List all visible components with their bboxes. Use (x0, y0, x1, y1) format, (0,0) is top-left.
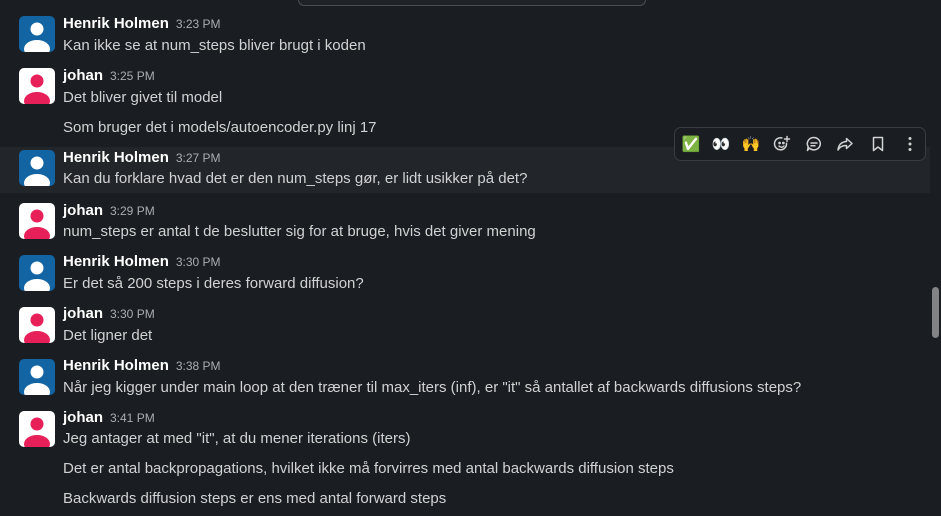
message-text: Jeg antager at med "it", at du mener ite… (63, 430, 411, 447)
avatar[interactable] (19, 359, 55, 395)
save-for-later-icon (872, 136, 884, 152)
avatar[interactable] (19, 150, 55, 186)
avatar[interactable] (19, 16, 55, 52)
author-name[interactable]: johan (63, 305, 103, 322)
more-actions-icon (908, 137, 912, 151)
reply-in-thread-button[interactable] (801, 131, 827, 157)
author-name[interactable]: johan (63, 67, 103, 84)
message-row[interactable]: johan 3:41 PM Jeg antager at med "it", at… (0, 407, 930, 516)
message-text: Når jeg kigger under main loop at den tr… (63, 379, 802, 396)
avatar[interactable] (19, 411, 55, 447)
avatar[interactable] (19, 255, 55, 291)
message-row[interactable]: Henrik Holmen 3:38 PM Når jeg kigger unde… (0, 355, 930, 407)
timestamp[interactable]: 3:25 PM (110, 69, 155, 83)
timestamp[interactable]: 3:38 PM (176, 359, 221, 373)
raised-hands-emoji-button[interactable]: 🙌 (738, 131, 764, 157)
author-name[interactable]: johan (63, 409, 103, 426)
message-text: Som bruger det i models/autoencoder.py l… (63, 119, 377, 136)
reply-in-thread-icon (806, 136, 822, 152)
message-text: Kan ikke se at num_steps bliver brugt i … (63, 37, 366, 54)
message-text: Det bliver givet til model (63, 89, 223, 106)
add-reaction-button[interactable] (769, 131, 795, 157)
avatar[interactable] (19, 203, 55, 239)
white-check-mark-emoji-button[interactable]: ✅ (678, 131, 704, 157)
timestamp[interactable]: 3:23 PM (176, 17, 221, 31)
scrollbar-thumb[interactable] (932, 287, 939, 338)
eyes-icon: 👀 (711, 136, 731, 153)
more-actions-button[interactable] (897, 131, 923, 157)
timestamp[interactable]: 3:29 PM (110, 204, 155, 218)
message-row[interactable]: johan 3:29 PM num_steps er antal t de bes… (0, 199, 930, 251)
author-name[interactable]: Henrik Holmen (63, 253, 169, 270)
message-text: Kan du forklare hvad det er den num_step… (63, 170, 528, 187)
author-name[interactable]: johan (63, 202, 103, 219)
avatar[interactable] (19, 307, 55, 343)
message-text: Er det så 200 steps i deres forward diff… (63, 275, 364, 292)
author-name[interactable]: Henrik Holmen (63, 15, 169, 32)
eyes-emoji-button[interactable]: 👀 (708, 131, 734, 157)
save-for-later-button[interactable] (865, 131, 891, 157)
timestamp[interactable]: 3:41 PM (110, 411, 155, 425)
add-reaction-icon (773, 135, 791, 151)
timestamp[interactable]: 3:30 PM (110, 307, 155, 321)
author-name[interactable]: Henrik Holmen (63, 149, 169, 166)
forward-message-icon (837, 137, 853, 151)
message-text: Backwards diffusion steps er ens med ant… (63, 490, 447, 507)
message-row[interactable]: Henrik Holmen 3:30 PM Er det så 200 steps… (0, 251, 930, 303)
message-row[interactable]: johan 3:30 PM Det ligner det (0, 303, 930, 355)
message-text: Det er antal backpropagations, hvilket i… (63, 460, 674, 477)
message-text: num_steps er antal t de beslutter sig fo… (63, 223, 536, 240)
timestamp[interactable]: 3:27 PM (176, 151, 221, 165)
message-text: Det ligner det (63, 327, 153, 344)
timestamp[interactable]: 3:30 PM (176, 255, 221, 269)
raised-hands-icon: 🙌 (741, 136, 761, 153)
message-pane: Henrik Holmen 3:23 PM Kan ikke se at num_… (0, 0, 941, 516)
message-row[interactable]: Henrik Holmen 3:23 PM Kan ikke se at num_… (0, 0, 930, 63)
white-check-mark-icon: ✅ (681, 136, 701, 153)
forward-message-button[interactable] (832, 131, 858, 157)
author-name[interactable]: Henrik Holmen (63, 357, 169, 374)
avatar[interactable] (19, 68, 55, 104)
message-actions-toolbar: ✅ 👀 🙌 (674, 127, 926, 161)
